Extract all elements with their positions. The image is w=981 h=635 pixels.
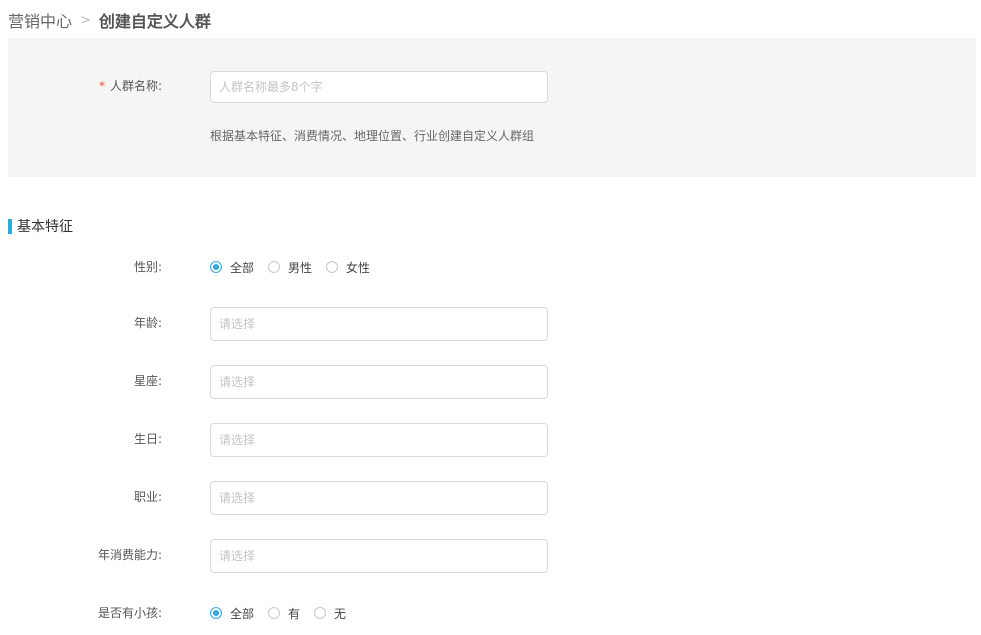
children-option-yes[interactable]: 有 [268, 605, 300, 622]
radio-checked-icon[interactable] [210, 261, 222, 273]
spending-power-select[interactable] [210, 539, 548, 573]
children-option-yes-label: 有 [288, 606, 301, 621]
radio-unchecked-icon[interactable] [326, 261, 339, 273]
radio-unchecked-icon[interactable] [268, 261, 281, 273]
gender-radio-group: 全部 男性 女性 [210, 257, 384, 277]
birthday-select[interactable] [210, 423, 548, 457]
gender-option-all[interactable]: 全部 [210, 259, 254, 276]
children-option-all-label: 全部 [230, 606, 255, 621]
occupation-select[interactable] [210, 481, 548, 515]
gender-option-female[interactable]: 女性 [326, 259, 370, 276]
zodiac-label: 星座: [133, 374, 162, 388]
basic-features-section-title: 基本特征 [8, 217, 73, 235]
age-label: 年龄: [133, 316, 162, 330]
group-name-hint: 根据基本特征、消费情况、地理位置、行业创建自定义人群组 [210, 129, 535, 143]
page-title: 创建自定义人群 [98, 12, 211, 31]
birthday-label: 生日: [133, 432, 162, 446]
age-select[interactable] [210, 307, 548, 341]
spending-power-label: 年消费能力: [97, 548, 162, 562]
children-label: 是否有小孩: [97, 606, 162, 620]
occupation-label: 职业: [133, 490, 162, 504]
breadcrumb-parent-link[interactable]: 营销中心 [8, 8, 72, 32]
gender-option-male[interactable]: 男性 [268, 259, 312, 276]
radio-unchecked-icon[interactable] [314, 607, 327, 619]
gender-label: 性别: [133, 260, 162, 274]
zodiac-select[interactable] [210, 365, 548, 399]
gender-option-all-label: 全部 [230, 260, 255, 275]
group-name-label: * 人群名称: [8, 76, 162, 96]
radio-checked-icon[interactable] [210, 607, 222, 619]
group-name-label-text: 人群名称: [109, 79, 162, 93]
breadcrumb: 营销中心 > 创建自定义人群 [8, 9, 211, 31]
section-marker-bar [8, 218, 12, 234]
gender-option-male-label: 男性 [288, 260, 313, 275]
radio-unchecked-icon[interactable] [268, 607, 281, 619]
children-option-no[interactable]: 无 [314, 605, 346, 622]
group-name-panel: * 人群名称: 根据基本特征、消费情况、地理位置、行业创建自定义人群组 [8, 38, 976, 177]
children-option-all[interactable]: 全部 [210, 605, 254, 622]
section-title-text: 基本特征 [17, 219, 73, 235]
children-radio-group: 全部 有 无 [210, 603, 360, 623]
required-mark: * [98, 79, 105, 93]
group-name-input[interactable] [210, 71, 548, 103]
breadcrumb-separator: > [80, 12, 91, 28]
children-option-no-label: 无 [334, 606, 347, 621]
gender-option-female-label: 女性 [346, 260, 371, 275]
